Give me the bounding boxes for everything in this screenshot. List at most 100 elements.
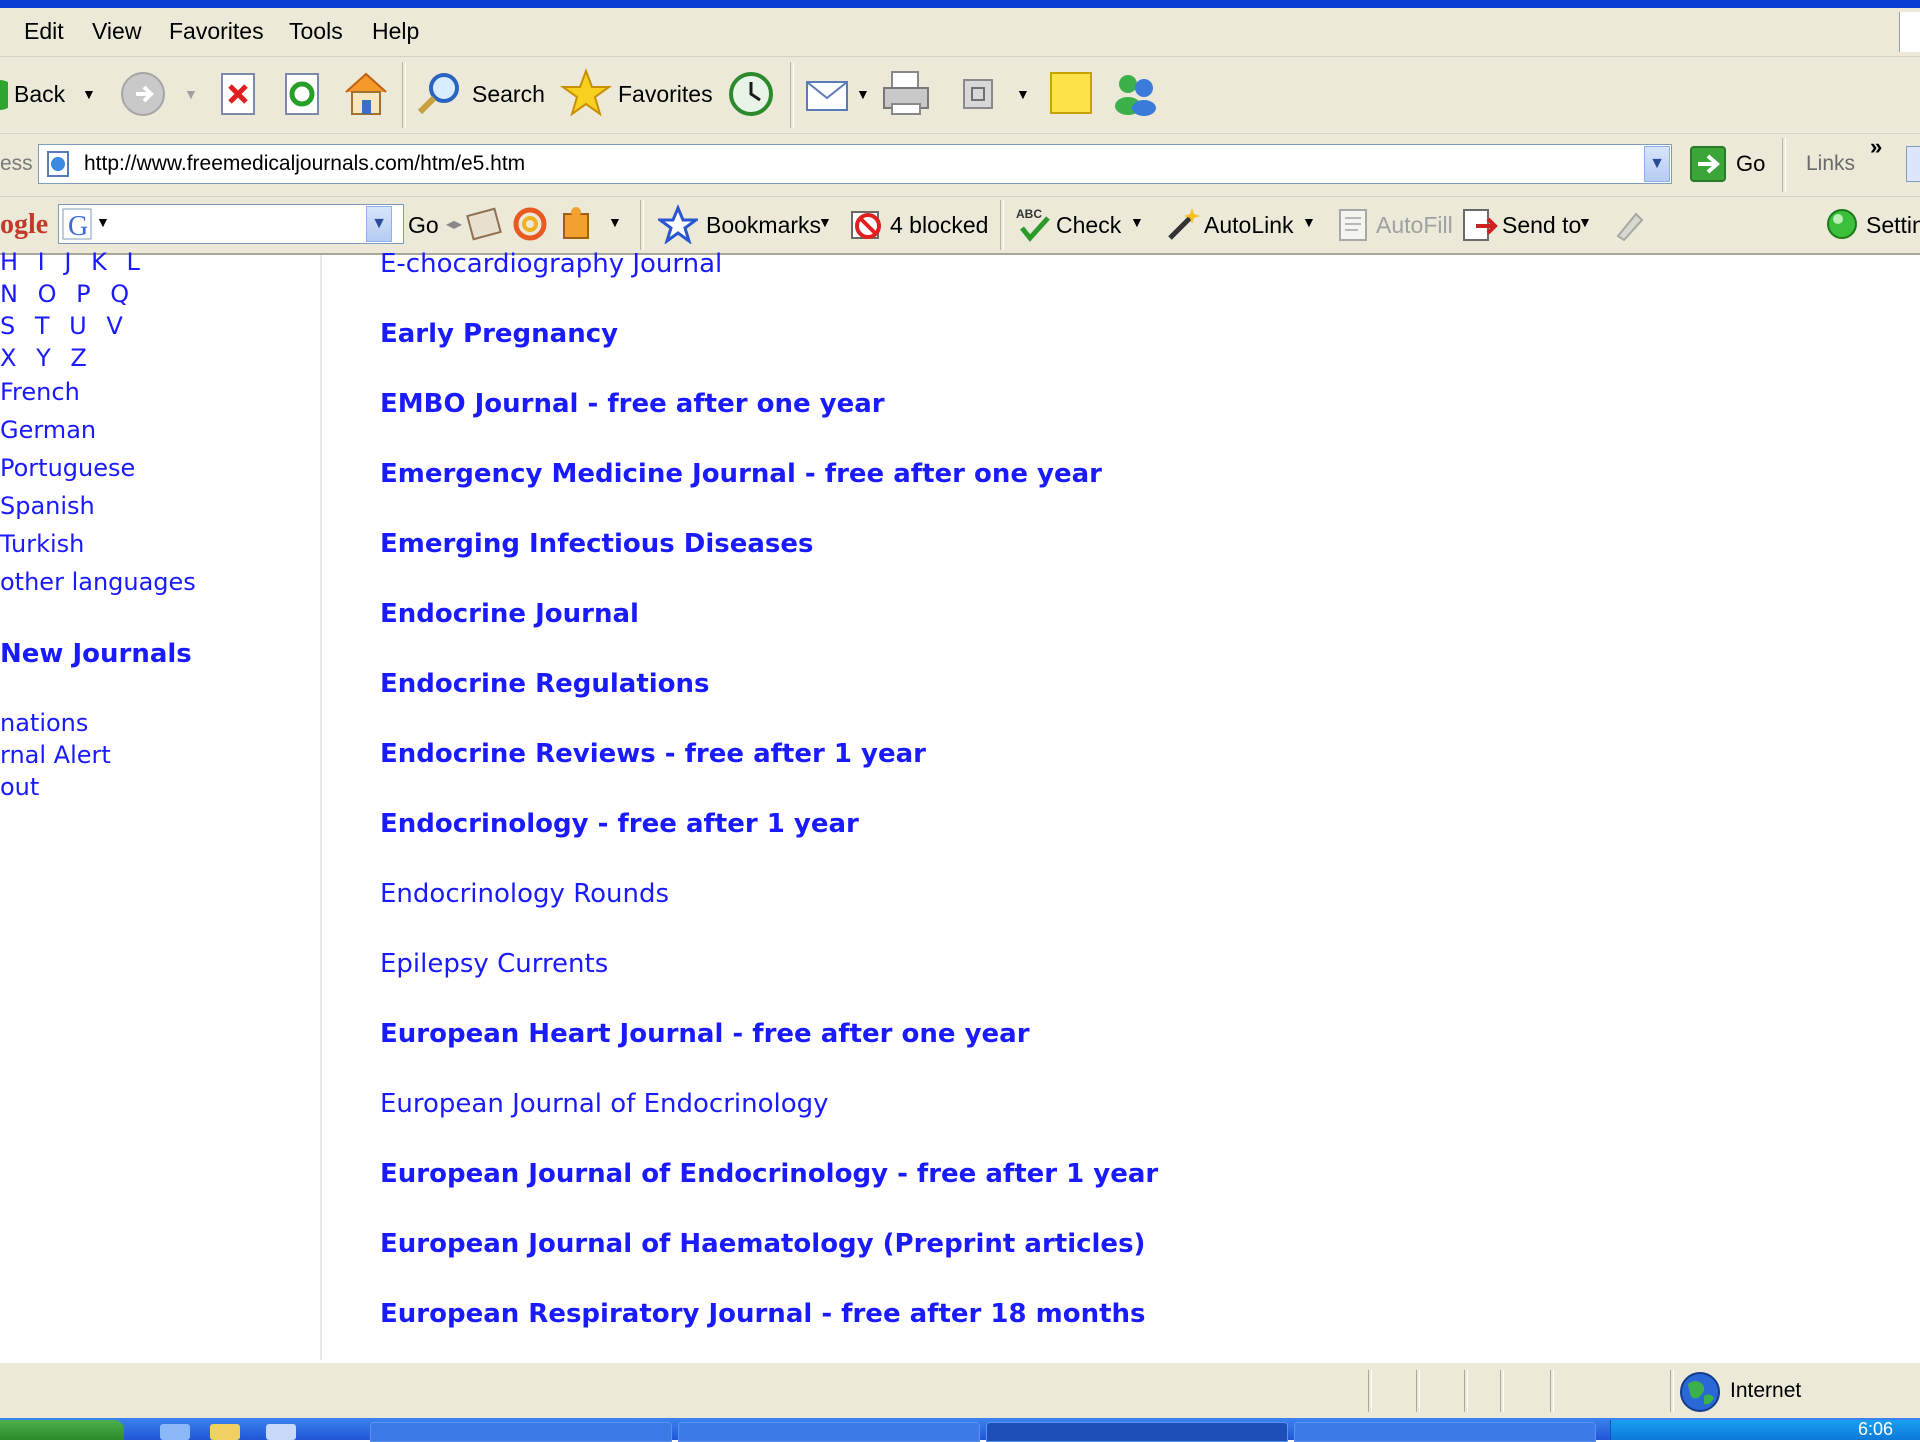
- address-url[interactable]: http://www.freemedicaljournals.com/htm/e…: [84, 144, 525, 184]
- puzzle-dropdown-icon[interactable]: ▼: [608, 214, 622, 230]
- messenger-icon[interactable]: [1110, 68, 1160, 118]
- tray-clock[interactable]: 6:06: [1858, 1418, 1893, 1440]
- go-arrow-icon[interactable]: [1690, 146, 1726, 182]
- check-dropdown-icon[interactable]: ▼: [1130, 214, 1144, 230]
- autolink-button[interactable]: AutoLink: [1204, 197, 1294, 253]
- journal-link[interactable]: Emergency Medicine Journal - free after …: [380, 459, 1102, 489]
- refresh-icon[interactable]: [282, 72, 324, 116]
- start-button[interactable]: [0, 1420, 124, 1440]
- svg-text:ABC: ABC: [1016, 207, 1042, 221]
- donations-link[interactable]: nations: [0, 709, 88, 737]
- taskbar-window-button[interactable]: [678, 1422, 980, 1442]
- journal-link[interactable]: EMBO Journal - free after one year: [380, 389, 885, 419]
- language-link-german[interactable]: German: [0, 416, 96, 444]
- menu-favorites[interactable]: Favorites: [165, 8, 268, 56]
- forward-icon[interactable]: [120, 71, 166, 117]
- favorites-button[interactable]: Favorites: [618, 70, 713, 118]
- back-dropdown-icon[interactable]: ▼: [82, 86, 96, 102]
- language-link-portuguese[interactable]: Portuguese: [0, 454, 135, 482]
- google-menu-dropdown-icon[interactable]: ▼: [96, 214, 110, 230]
- alphabet-row[interactable]: H I J K L: [0, 248, 146, 276]
- mail-dropdown-icon[interactable]: ▼: [856, 86, 870, 102]
- menu-view[interactable]: View: [88, 8, 145, 56]
- google-logo[interactable]: ogle: [0, 197, 48, 253]
- autolink-dropdown-icon[interactable]: ▼: [1302, 214, 1316, 230]
- language-link-spanish[interactable]: Spanish: [0, 492, 95, 520]
- menu-edit[interactable]: Edit: [20, 8, 68, 56]
- bookmarks-dropdown-icon[interactable]: ▼: [818, 214, 832, 230]
- send-to-icon[interactable]: [1460, 204, 1500, 244]
- favorites-star-icon[interactable]: [560, 68, 612, 118]
- journal-link[interactable]: Emerging Infectious Diseases: [380, 529, 814, 559]
- search-icon[interactable]: [414, 68, 464, 118]
- journal-link[interactable]: E-chocardiography Journal: [380, 249, 722, 279]
- journal-link[interactable]: European Heart Journal - free after one …: [380, 1019, 1030, 1049]
- address-dropdown-icon[interactable]: ▼: [1644, 146, 1670, 182]
- journal-link[interactable]: Endocrine Journal: [380, 599, 639, 629]
- journal-link[interactable]: Epilepsy Currents: [380, 949, 608, 979]
- journal-link[interactable]: Endocrine Reviews - free after 1 year: [380, 739, 926, 769]
- new-journals-link[interactable]: New Journals: [0, 639, 192, 669]
- alphabet-row[interactable]: N O P Q: [0, 280, 135, 308]
- journal-link[interactable]: Endocrine Regulations: [380, 669, 710, 699]
- journal-link[interactable]: European Journal of Endocrinology: [380, 1089, 829, 1119]
- pagerank-icon[interactable]: [510, 204, 550, 244]
- google-g-icon[interactable]: G: [62, 207, 92, 241]
- puzzle-icon[interactable]: [558, 204, 598, 244]
- google-search-input[interactable]: [58, 204, 404, 244]
- go-button[interactable]: Go: [1736, 144, 1765, 184]
- resize-grip-icon[interactable]: ◂▸: [446, 214, 462, 234]
- journal-link[interactable]: Early Pregnancy: [380, 319, 618, 349]
- news-icon[interactable]: [466, 204, 504, 244]
- popup-blocker-icon[interactable]: [846, 204, 886, 244]
- settings-button[interactable]: Settin: [1866, 197, 1920, 253]
- about-link[interactable]: out: [0, 773, 39, 801]
- autolink-wand-icon[interactable]: [1162, 204, 1202, 244]
- mail-icon[interactable]: [804, 72, 854, 116]
- taskbar-window-button-active[interactable]: [986, 1422, 1288, 1442]
- menu-tools[interactable]: Tools: [285, 8, 347, 56]
- language-link-french[interactable]: French: [0, 378, 80, 406]
- toolbar-separator: [640, 200, 644, 250]
- google-search-dropdown-icon[interactable]: ▼: [366, 206, 392, 242]
- quicklaunch-ie-icon[interactable]: [160, 1424, 190, 1440]
- language-link-turkish[interactable]: Turkish: [0, 530, 84, 558]
- edit-icon[interactable]: [958, 74, 998, 114]
- search-button[interactable]: Search: [472, 70, 545, 118]
- note-icon[interactable]: [1048, 70, 1094, 116]
- back-button[interactable]: Back: [14, 70, 65, 118]
- popup-blocked-count[interactable]: 4 blocked: [890, 197, 988, 253]
- send-to-button[interactable]: Send to: [1502, 197, 1581, 253]
- taskbar-window-button[interactable]: [370, 1422, 672, 1442]
- journal-link[interactable]: Endocrinology - free after 1 year: [380, 809, 859, 839]
- links-overflow-icon[interactable]: [1906, 146, 1920, 182]
- bookmark-star-icon[interactable]: [658, 204, 698, 244]
- alphabet-row[interactable]: X Y Z: [0, 344, 93, 372]
- quicklaunch-folder-icon[interactable]: [210, 1424, 240, 1440]
- settings-status-icon[interactable]: [1824, 206, 1860, 242]
- links-label[interactable]: Links: [1806, 144, 1855, 184]
- back-arrow-icon[interactable]: [0, 80, 8, 110]
- journal-link[interactable]: European Journal of Haematology (Preprin…: [380, 1229, 1145, 1259]
- alphabet-row[interactable]: S T U V: [0, 312, 129, 340]
- journal-link[interactable]: European Journal of Endocrinology - free…: [380, 1159, 1158, 1189]
- check-button[interactable]: Check: [1056, 197, 1121, 253]
- quicklaunch-app-icon[interactable]: [266, 1424, 296, 1440]
- edit-dropdown-icon[interactable]: ▼: [1016, 86, 1030, 102]
- google-go-button[interactable]: Go: [408, 197, 439, 253]
- bookmarks-button[interactable]: Bookmarks: [706, 197, 821, 253]
- print-icon[interactable]: [880, 68, 932, 118]
- language-link-other[interactable]: other languages: [0, 568, 196, 596]
- send-to-dropdown-icon[interactable]: ▼: [1578, 214, 1592, 230]
- forward-dropdown-icon: ▼: [184, 86, 198, 102]
- journal-link[interactable]: European Respiratory Journal - free afte…: [380, 1299, 1146, 1329]
- home-icon[interactable]: [340, 68, 392, 118]
- taskbar-window-button[interactable]: [1294, 1422, 1596, 1442]
- spellcheck-icon[interactable]: ABC: [1014, 204, 1054, 244]
- stop-icon[interactable]: [218, 72, 260, 116]
- journal-link[interactable]: Endocrinology Rounds: [380, 879, 669, 909]
- chevron-right-icon[interactable]: »: [1870, 134, 1882, 160]
- menu-help[interactable]: Help: [368, 8, 423, 56]
- history-icon[interactable]: [726, 70, 776, 118]
- journal-alert-link[interactable]: rnal Alert: [0, 741, 111, 769]
